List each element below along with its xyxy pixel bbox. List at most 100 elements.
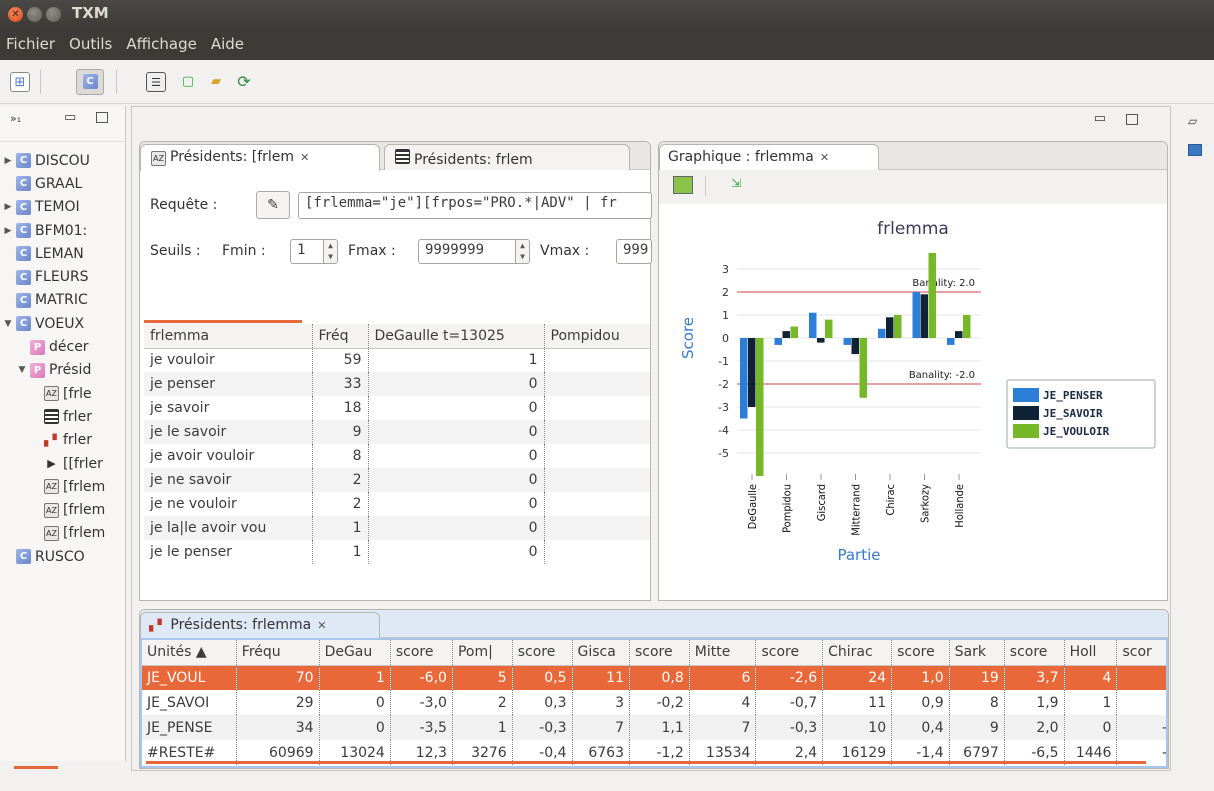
tree-item[interactable]: ▼ P Présid: [0, 359, 125, 382]
open-folder-icon[interactable]: ▰: [206, 72, 226, 92]
column-header[interactable]: frlemma: [144, 324, 313, 349]
table-row[interactable]: je la|le avoir vou 1 0: [144, 516, 650, 540]
tree-item[interactable]: ▶ C BFM01:: [0, 219, 125, 242]
tree-item[interactable]: AZ [frlem: [0, 522, 125, 545]
column-header[interactable]: Chirac: [822, 640, 893, 666]
console-icon[interactable]: ☰: [146, 72, 166, 92]
table-row[interactable]: je savoir 18 0: [144, 396, 650, 420]
column-header[interactable]: DeGaulle t=13025: [368, 324, 545, 349]
column-header[interactable]: score: [1004, 640, 1065, 666]
tab-lexicon[interactable]: AZ Présidents: [frlem ✕: [140, 144, 380, 171]
column-header[interactable]: score: [512, 640, 573, 666]
export-chart-icon[interactable]: [673, 176, 693, 194]
fmax-stepper[interactable]: ▲ ▼: [515, 240, 529, 263]
console-view-icon[interactable]: [1188, 144, 1202, 156]
maximize-panel-icon[interactable]: [96, 112, 108, 123]
minimize-window-button[interactable]: [27, 7, 42, 22]
table-row[interactable]: JE_VOUL701-6,050,5110,86-2,6241,0193,741: [142, 665, 1166, 690]
tab-table[interactable]: Présidents: frlem: [384, 144, 630, 170]
refresh-icon[interactable]: ⟳: [234, 72, 254, 92]
column-header[interactable]: DeGau: [319, 640, 391, 666]
tree-item[interactable]: ▶ C DISCOU: [0, 149, 125, 172]
tab-specificity[interactable]: ▖▘ Présidents: frlemma ✕: [140, 612, 380, 639]
table-row[interactable]: je le penser 1 0: [144, 540, 650, 564]
query-input[interactable]: [frlemma="je"][frpos="PRO.*|ADV" | fr: [298, 192, 652, 219]
column-header[interactable]: Mitte: [689, 640, 757, 666]
bar-je_vouloir: [894, 315, 902, 338]
table-row[interactable]: je vouloir 59 1: [144, 348, 650, 372]
table-row[interactable]: je avoir vouloir 8 0: [144, 444, 650, 468]
close-window-button[interactable]: ✕: [8, 7, 23, 22]
menu-outils[interactable]: Outils: [69, 35, 112, 53]
column-header[interactable]: scor: [1116, 640, 1166, 666]
view-menu-icon[interactable]: »₁: [10, 112, 21, 125]
tree-item-label: BFM01:: [35, 222, 88, 239]
column-header[interactable]: score: [891, 640, 950, 666]
column-header[interactable]: Unités ▲: [142, 640, 237, 666]
vmax-field[interactable]: 999: [616, 239, 652, 264]
tree-item[interactable]: ▼ C VOEUX: [0, 312, 125, 335]
fmax-field[interactable]: 9999999 ▲ ▼: [418, 239, 530, 264]
tree-item[interactable]: AZ [frle: [0, 382, 125, 405]
fit-chart-icon[interactable]: ⇲: [731, 176, 741, 190]
column-header[interactable]: Holl: [1064, 640, 1118, 666]
tree-item[interactable]: C GRAAL: [0, 172, 125, 195]
table-cell: 2,0: [1004, 715, 1065, 740]
tree-item[interactable]: C FLEURS: [0, 265, 125, 288]
corpus-perspective-icon[interactable]: C: [76, 69, 104, 95]
table-row[interactable]: je ne savoir 2 0: [144, 468, 650, 492]
table-row[interactable]: JE_PENSE 34 0 -3,5 1 -0,3 7 1,1 7 -0,3 10 0,4 9 2,0 0-…: [142, 715, 1166, 740]
column-header[interactable]: score: [755, 640, 824, 666]
column-header[interactable]: score: [390, 640, 453, 666]
fmin-value: 1: [297, 242, 306, 258]
maximize-editor-icon[interactable]: [1126, 114, 1138, 125]
close-tab-icon[interactable]: ✕: [317, 619, 326, 632]
new-perspective-icon[interactable]: ⊞: [10, 72, 30, 92]
tree-item[interactable]: Pdécer: [0, 335, 125, 358]
tree-item[interactable]: C LEMAN: [0, 242, 125, 265]
expand-toggle-icon[interactable]: ▶: [2, 156, 14, 166]
tree-item[interactable]: C MATRIC: [0, 289, 125, 312]
tree-item[interactable]: ▖▘ frler: [0, 429, 125, 452]
column-header[interactable]: Fréqu: [236, 640, 320, 666]
restore-icon[interactable]: ▱: [1188, 114, 1197, 128]
maximize-window-button[interactable]: [46, 7, 61, 22]
menu-affichage[interactable]: Affichage: [126, 35, 196, 53]
column-header[interactable]: Fréq: [312, 324, 369, 349]
table-cell: 19: [949, 665, 1005, 690]
table-cell: je penser: [144, 372, 313, 396]
minimize-panel-icon[interactable]: ▭: [64, 110, 76, 125]
table-cell: 3,7: [1004, 665, 1065, 690]
tree-item[interactable]: AZ [frlem: [0, 498, 125, 521]
tree-item[interactable]: AZ [frlem: [0, 475, 125, 498]
tree-item[interactable]: frler: [0, 405, 125, 428]
table-row[interactable]: je le savoir 9 0: [144, 420, 650, 444]
menu-fichier[interactable]: Fichier: [6, 35, 55, 53]
table-row[interactable]: je ne vouloir 2 0: [144, 492, 650, 516]
tree-item[interactable]: C RUSCO: [0, 545, 125, 568]
table-row[interactable]: je penser 33 0: [144, 372, 650, 396]
close-tab-icon[interactable]: ✕: [820, 151, 829, 164]
column-header[interactable]: Sark: [949, 640, 1005, 666]
lexicon-table: frlemma Fréq DeGaulle t=13025 Pompidou je v…: [144, 324, 650, 564]
column-header[interactable]: Pompidou: [544, 324, 650, 349]
tab-chart[interactable]: Graphique : frlemma ✕: [659, 144, 879, 171]
query-assistant-button[interactable]: ✎: [256, 191, 290, 219]
tree-item[interactable]: ▶ C TEMOI: [0, 196, 125, 219]
column-header[interactable]: score: [629, 640, 690, 666]
column-header[interactable]: Gisca: [572, 640, 630, 666]
expand-toggle-icon[interactable]: ▼: [2, 319, 14, 329]
table-row[interactable]: JE_SAVOI290-3,020,33-0,24-0,7110,981,910: [142, 690, 1166, 715]
minimize-editor-icon[interactable]: ▭: [1094, 111, 1106, 126]
column-header[interactable]: Pom|: [452, 640, 513, 666]
tree-item[interactable]: ▶ [[frler: [0, 452, 125, 475]
expand-toggle-icon[interactable]: ▶: [2, 202, 14, 212]
menu-aide[interactable]: Aide: [211, 35, 244, 53]
expand-toggle-icon[interactable]: ▶: [2, 226, 14, 236]
expand-toggle-icon[interactable]: ▼: [16, 365, 28, 375]
close-tab-icon[interactable]: ✕: [300, 151, 309, 164]
new-file-icon[interactable]: ▢: [178, 72, 198, 92]
fmin-stepper[interactable]: ▲ ▼: [323, 240, 337, 263]
fmin-field[interactable]: 1 ▲ ▼: [290, 239, 338, 264]
table-cell: [544, 396, 650, 420]
